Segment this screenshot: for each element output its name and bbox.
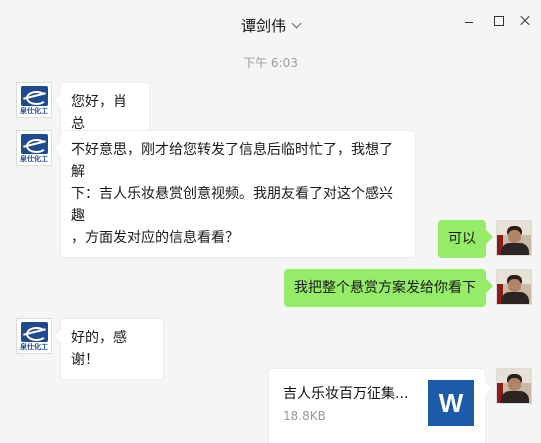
my-avatar[interactable] xyxy=(496,368,532,404)
file-size: 18.8KB xyxy=(283,409,326,423)
my-avatar[interactable] xyxy=(496,220,532,256)
message-bubble-received[interactable]: 不好意思，刚才给您转发了信息后临时忙了，我想了解 下：吉人乐妆悬赏创意视频。我朋… xyxy=(60,130,416,258)
my-avatar[interactable] xyxy=(496,269,532,305)
message-text-line: 不好意思，刚才给您转发了信息后临时忙了，我想了解 xyxy=(71,142,393,180)
file-name: 吉人乐妆百万征集... xyxy=(283,386,409,402)
message-timestamp: 下午 6:03 xyxy=(243,56,298,70)
word-document-icon: W xyxy=(428,380,474,426)
message-bubble-received[interactable]: 好的，感谢！ xyxy=(60,318,164,380)
message-text: 可以 xyxy=(448,231,476,247)
chat-title[interactable]: 谭剑伟 xyxy=(0,15,541,36)
message-text-line: 下：吉人乐妆悬赏创意视频。我朋友看了对这个感兴趣 xyxy=(71,186,393,224)
maximize-icon[interactable] xyxy=(491,13,505,27)
contact-name: 谭剑伟 xyxy=(240,17,286,35)
company-logo-icon xyxy=(21,134,48,154)
minimize-icon[interactable] xyxy=(462,13,476,27)
message-text-line: ，方面发对应的信息看看？ xyxy=(71,230,239,246)
contact-avatar[interactable]: 泉仕化工 xyxy=(16,130,52,166)
message-bubble-sent[interactable]: 可以 xyxy=(438,220,486,258)
chevron-down-icon[interactable] xyxy=(291,18,302,29)
company-logo-icon xyxy=(21,322,48,342)
message-bubble-sent[interactable]: 我把整个悬赏方案发给你看下 xyxy=(284,269,486,307)
title-bar: 谭剑伟 xyxy=(0,0,541,48)
message-text: 好的，感谢！ xyxy=(71,330,127,368)
contact-avatar[interactable]: 泉仕化工 xyxy=(16,82,52,118)
close-icon[interactable] xyxy=(518,13,532,27)
message-text: 您好，肖总 xyxy=(71,94,127,132)
contact-avatar[interactable]: 泉仕化工 xyxy=(16,318,52,354)
file-message-card[interactable]: 吉人乐妆百万征集... 18.8KB W xyxy=(268,368,486,443)
message-text: 我把整个悬赏方案发给你看下 xyxy=(294,280,476,296)
company-logo-icon xyxy=(21,86,48,106)
